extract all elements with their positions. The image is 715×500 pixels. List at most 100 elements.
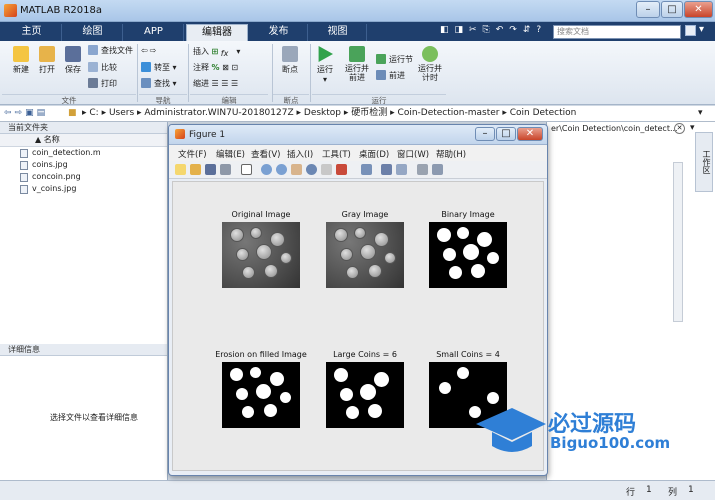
compare-icon: [88, 62, 98, 72]
address-bar[interactable]: ⇦⇨▣▤ ■ ▸ C: ▸ Users ▸ Administrator.WIN7…: [0, 106, 715, 122]
original-image: [222, 222, 300, 288]
link-icon[interactable]: [361, 164, 372, 175]
minimize-button[interactable]: –: [636, 1, 660, 18]
find-files-button[interactable]: 查找文件: [88, 45, 133, 56]
comment-button[interactable]: 注释 % ⊠ ⊡: [193, 62, 238, 73]
list-item[interactable]: coins.jpg: [0, 159, 167, 171]
chevron-down-icon[interactable]: ▾: [699, 24, 704, 35]
subplot-title: Small Coins = 4: [436, 350, 500, 359]
close-icon[interactable]: ✕: [674, 123, 685, 134]
list-item[interactable]: v_coins.jpg: [0, 183, 167, 195]
rotate-icon[interactable]: [306, 164, 317, 175]
menu-help[interactable]: 帮助(H): [436, 148, 466, 160]
run-section-button[interactable]: 运行节: [376, 54, 413, 65]
breakpoint-icon: [282, 46, 298, 62]
run-section-icon: [376, 54, 386, 64]
tab-home[interactable]: 主页: [2, 24, 62, 41]
run-advance-button[interactable]: 运行并 前进: [344, 46, 370, 82]
crumb[interactable]: Coin-Detection-master: [398, 108, 500, 118]
run-icon: [318, 46, 333, 62]
data-cursor-icon[interactable]: [321, 164, 332, 175]
binary-image: [429, 222, 507, 288]
close-button[interactable]: ✕: [684, 1, 713, 18]
compare-button[interactable]: 比较: [88, 62, 117, 73]
workspace-side-tab[interactable]: 工作区: [695, 132, 713, 192]
address-nav-icons[interactable]: ⇦⇨▣▤: [4, 106, 48, 121]
menu-view[interactable]: 查看(V): [251, 148, 280, 160]
watermark-en: Biguo100.com: [550, 434, 671, 452]
print-button[interactable]: 打印: [88, 78, 117, 89]
crumb[interactable]: C:: [89, 108, 98, 118]
run-advance-icon: [349, 46, 365, 62]
list-item[interactable]: concoin.png: [0, 171, 167, 183]
column-header[interactable]: ▲ 名称: [0, 134, 167, 147]
chevron-down-icon[interactable]: ▾: [690, 123, 695, 133]
scrollbar[interactable]: [673, 162, 683, 322]
new-figure-icon[interactable]: [175, 164, 186, 175]
menu-file[interactable]: 文件(F): [178, 148, 207, 160]
nav-arrows[interactable]: ⇦⇨: [141, 46, 158, 55]
ribbon-separator: [137, 44, 138, 102]
crumb[interactable]: Administrator.WIN7U-20180127Z: [144, 108, 293, 118]
menu-desktop[interactable]: 桌面(D): [359, 148, 389, 160]
breakpoints-button[interactable]: 断点: [276, 46, 304, 75]
figure-title-bar: Figure 1 – □ ✕: [169, 125, 547, 145]
pointer-icon[interactable]: [241, 164, 252, 175]
ribbon-separator: [310, 44, 311, 102]
goto-button[interactable]: 转至 ▾: [141, 62, 177, 73]
save-label: 保存: [65, 65, 81, 74]
quick-access-toolbar[interactable]: ◧◨✂⎘↶↷⇵?: [440, 25, 547, 35]
advance-button[interactable]: 前进: [376, 70, 405, 81]
search-go-icon[interactable]: [685, 25, 696, 36]
menu-tools[interactable]: 工具(T): [322, 148, 351, 160]
open-label: 打开: [39, 65, 55, 74]
crumb[interactable]: Users: [109, 108, 134, 118]
crumb[interactable]: Desktop: [304, 108, 341, 118]
insert-button[interactable]: 插入 ⊞ fx ▾: [193, 46, 240, 59]
list-item[interactable]: coin_detection.m: [0, 147, 167, 159]
zoom-in-icon[interactable]: [261, 164, 272, 175]
figure-icon: [175, 129, 185, 139]
breadcrumb[interactable]: ▸ C: ▸ Users ▸ Administrator.WIN7U-20180…: [82, 106, 576, 121]
run-button[interactable]: 运行 ▾: [314, 46, 336, 84]
legend-icon[interactable]: [396, 164, 407, 175]
search-input[interactable]: 搜索文档: [553, 25, 681, 39]
open-button[interactable]: 打开: [34, 46, 60, 75]
save-icon[interactable]: [205, 164, 216, 175]
tab-publish[interactable]: 发布: [250, 24, 308, 41]
save-button[interactable]: 保存: [60, 46, 86, 75]
print-icon[interactable]: [220, 164, 231, 175]
tab-plots[interactable]: 绘图: [63, 24, 123, 41]
hide-tools-icon[interactable]: [417, 164, 428, 175]
tab-editor[interactable]: 编辑器: [186, 24, 248, 41]
figure-menu-bar: 文件(F) 编辑(E) 查看(V) 插入(I) 工具(T) 桌面(D) 窗口(W…: [169, 145, 547, 161]
figure-minimize-button[interactable]: –: [475, 127, 495, 141]
menu-edit[interactable]: 编辑(E): [216, 148, 245, 160]
new-button[interactable]: 新建: [6, 46, 36, 75]
open-icon[interactable]: [190, 164, 201, 175]
maximize-button[interactable]: □: [661, 1, 683, 18]
tab-apps[interactable]: APP: [124, 24, 184, 41]
tab-view[interactable]: 视图: [309, 24, 367, 41]
group-nav: 导航: [139, 94, 187, 105]
find-icon: [141, 78, 151, 88]
colorbar-icon[interactable]: [381, 164, 392, 175]
chevron-down-icon[interactable]: ▾: [698, 106, 703, 121]
figure-close-button[interactable]: ✕: [517, 127, 543, 141]
image-file-icon: [20, 161, 28, 170]
brush-icon[interactable]: [336, 164, 347, 175]
menu-window[interactable]: 窗口(W): [397, 148, 429, 160]
indent-button[interactable]: 缩进 ☰ ☰ ☰: [193, 78, 238, 89]
crumb[interactable]: Coin Detection: [510, 108, 577, 118]
figure-maximize-button[interactable]: □: [496, 127, 516, 141]
menu-insert[interactable]: 插入(I): [287, 148, 313, 160]
find-button[interactable]: 查找 ▾: [141, 78, 177, 89]
pan-icon[interactable]: [291, 164, 302, 175]
zoom-out-icon[interactable]: [276, 164, 287, 175]
group-edit: 编辑: [190, 94, 268, 105]
gray-image: [326, 222, 404, 288]
crumb[interactable]: 硬币检测: [351, 108, 387, 118]
run-time-button[interactable]: 运行并 计时: [417, 46, 443, 82]
show-tools-icon[interactable]: [432, 164, 443, 175]
watermark: 必过源码 Biguo100.com: [472, 402, 672, 462]
